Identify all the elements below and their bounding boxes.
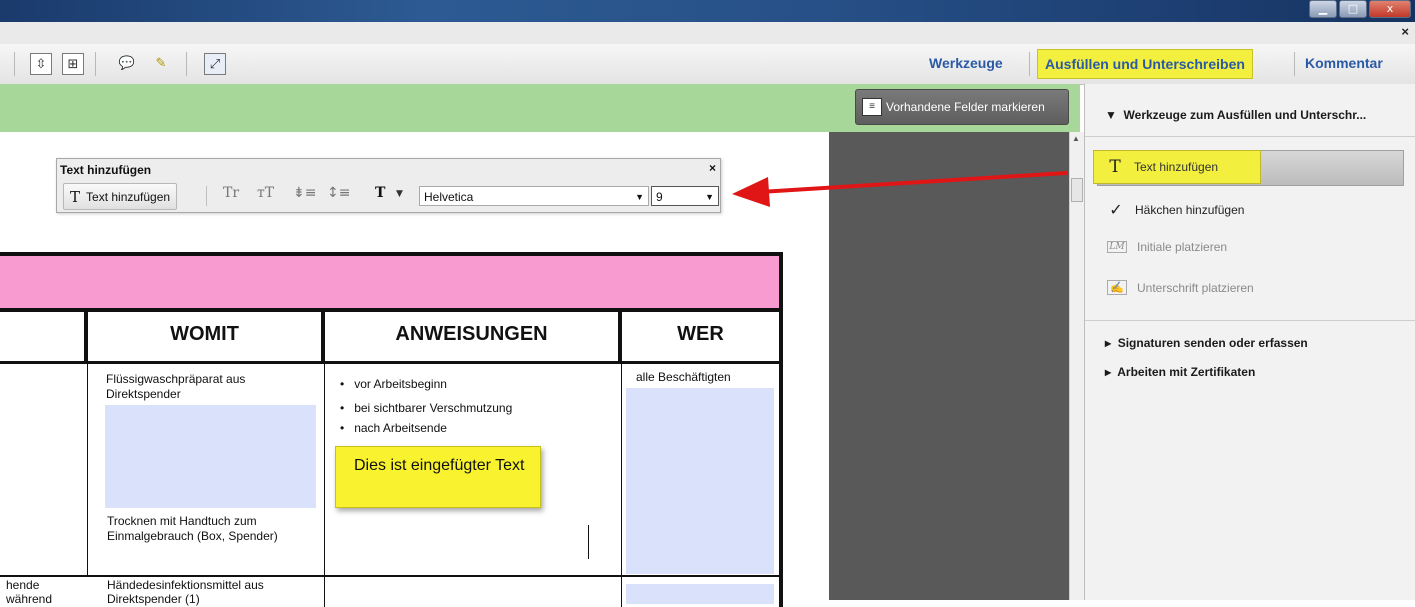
font-size-value: 9 (656, 190, 663, 204)
add-text-toolbar-title: Text hinzufügen (60, 163, 152, 177)
toolbar-separator (1294, 52, 1295, 76)
form-field-wer[interactable] (626, 388, 774, 574)
tool-place-signature-label: Unterschrift platzieren (1137, 280, 1254, 295)
form-field-womit[interactable] (105, 405, 316, 508)
tools-section-title: Werkzeuge zum Ausfüllen und Unterschr... (1123, 108, 1367, 122)
header-cell-blank (0, 308, 88, 364)
section-send-signatures[interactable]: ▸ Signaturen senden oder erfassen (1105, 336, 1308, 350)
vertical-scrollbar[interactable]: ▲ (1069, 132, 1084, 600)
scroll-thumb[interactable] (1071, 178, 1083, 202)
add-text-toolbar: Text hinzufügen × T Text hinzufügen Tr ᴛ… (56, 158, 721, 213)
minimize-button[interactable]: ▁ (1309, 0, 1337, 18)
kommentar-tab[interactable]: Kommentar (1305, 55, 1383, 71)
form-notification-bar: ≡ Vorhandene Felder markieren (0, 84, 1080, 133)
tool-place-initials-label: Initiale platzieren (1137, 240, 1228, 254)
mark-fields-button[interactable]: ≡ Vorhandene Felder markieren (855, 89, 1069, 125)
row2-womit-text: Händedesinfektionsmittel aus Direktspende… (107, 578, 264, 606)
fill-and-sign-tab[interactable]: Ausfüllen und Unterschreiben (1037, 49, 1253, 79)
bullet-text: bei sichtbarer Verschmutzung (354, 401, 513, 415)
arrow-head (732, 177, 770, 207)
bullet-text: nach Arbeitsende (354, 421, 447, 435)
add-text-button-label: Text hinzufügen (86, 189, 171, 204)
tool-add-text[interactable]: T Text hinzufügen (1093, 150, 1261, 184)
fit-page-icon[interactable]: ⇳ (30, 53, 52, 75)
toolbar-separator (1029, 52, 1030, 76)
initials-icon: LM (1107, 241, 1127, 253)
red-arrow-annotation (732, 171, 1068, 207)
text-cursor (588, 525, 589, 559)
decrease-line-spacing-icon[interactable]: ⇟≡ (293, 185, 316, 201)
text-color-icon[interactable]: T (375, 185, 385, 201)
fit-width-icon[interactable]: ⊞ (62, 53, 84, 75)
inserted-text-box[interactable]: Dies ist eingefügter Text (335, 446, 541, 508)
header-womit: WOMIT (88, 308, 325, 364)
text-t-icon: T (70, 187, 81, 206)
document-bar: × (0, 22, 1415, 45)
tool-place-signature[interactable]: ✍ Unterschrift platzieren (1107, 280, 1254, 295)
window-title-bar (0, 0, 1415, 22)
close-icon[interactable]: × (709, 161, 716, 175)
row1-womit-top-text: Flüssigwaschpräparat aus Direktspender (106, 372, 246, 401)
form-field-wer-2[interactable] (626, 584, 774, 604)
mark-fields-label: Vorhandene Felder markieren (886, 100, 1045, 114)
toolbar-separator (186, 52, 187, 76)
panel-divider (1085, 320, 1415, 321)
tool-add-text-label: Text hinzufügen (1134, 160, 1219, 174)
section-certificates[interactable]: ▸ Arbeiten mit Zertifikaten (1105, 365, 1255, 379)
checkmark-icon: ✓ (1109, 200, 1123, 219)
row2-anweisungen-cell (325, 577, 622, 607)
tools-panel: ▼ Werkzeuge zum Ausfüllen und Unterschr.… (1084, 84, 1415, 600)
toolbar-separator (206, 186, 207, 206)
arrow-shaft (758, 171, 1068, 194)
section-certificates-label: Arbeiten mit Zertifikaten (1117, 365, 1256, 379)
increase-line-spacing-icon[interactable]: ↕≡ (327, 185, 350, 201)
werkzeuge-tab[interactable]: Werkzeuge (929, 55, 1003, 71)
toolbar-separator (95, 52, 96, 76)
text-t-icon: T (1109, 157, 1121, 177)
comment-bubble-icon[interactable]: 💬 (116, 53, 138, 75)
decrease-font-size-icon[interactable]: Tr (223, 185, 239, 201)
chevron-down-icon[interactable]: ▼ (396, 189, 403, 199)
chevron-down-icon: ▼ (705, 192, 714, 202)
bullet-text: vor Arbeitsbeginn (354, 377, 447, 391)
signature-icon: ✍ (1107, 280, 1127, 295)
list-item: • vor Arbeitsbeginn (340, 377, 447, 391)
fullscreen-icon[interactable]: ⤢ (204, 53, 226, 75)
font-select-value: Helvetica (424, 190, 474, 204)
font-size-select[interactable]: 9 ▼ (651, 186, 719, 206)
chevron-down-icon: ▼ (635, 192, 644, 202)
row1-wer-text: alle Beschäftigten (636, 370, 731, 384)
font-select[interactable]: Helvetica ▼ (419, 186, 649, 206)
window-controls: ▁ □ x (1309, 0, 1415, 18)
tools-section-header[interactable]: ▼ Werkzeuge zum Ausfüllen und Unterschr.… (1105, 108, 1366, 122)
tool-add-checkmark-label: Häkchen hinzufügen (1135, 202, 1245, 217)
header-wer: WER (622, 308, 783, 364)
scroll-up-icon[interactable]: ▲ (1072, 134, 1080, 143)
row2-left-text: hende während (6, 578, 53, 606)
form-fields-icon: ≡ (862, 98, 882, 116)
highlight-pen-icon[interactable]: ✎ (150, 53, 172, 75)
row1-label-cell (0, 364, 88, 577)
list-item: • nach Arbeitsende (340, 421, 447, 435)
toolbar-separator (14, 52, 15, 76)
increase-font-size-icon[interactable]: ᴛT (257, 185, 274, 201)
list-item: • bei sichtbarer Verschmutzung (340, 401, 513, 415)
header-anweisungen: ANWEISUNGEN (325, 308, 622, 364)
tool-add-checkmark[interactable]: ✓ Häkchen hinzufügen (1107, 200, 1244, 219)
row1-womit-bottom-text: Trocknen mit Handtuch zum Einmalgebrauch… (107, 514, 278, 543)
main-toolbar: ⇳ ⊞ 💬 ✎ ⤢ Werkzeuge Ausfüllen und Unters… (0, 44, 1415, 85)
section-send-signatures-label: Signaturen senden oder erfassen (1117, 336, 1308, 350)
window-close-button[interactable]: x (1369, 0, 1411, 18)
document-close-icon[interactable]: × (1401, 24, 1409, 39)
maximize-button[interactable]: □ (1339, 0, 1367, 18)
tool-place-initials[interactable]: LM Initiale platzieren (1107, 240, 1227, 254)
add-text-button[interactable]: T Text hinzufügen (63, 183, 178, 210)
pink-header-row (0, 252, 783, 312)
panel-divider (1085, 136, 1415, 137)
